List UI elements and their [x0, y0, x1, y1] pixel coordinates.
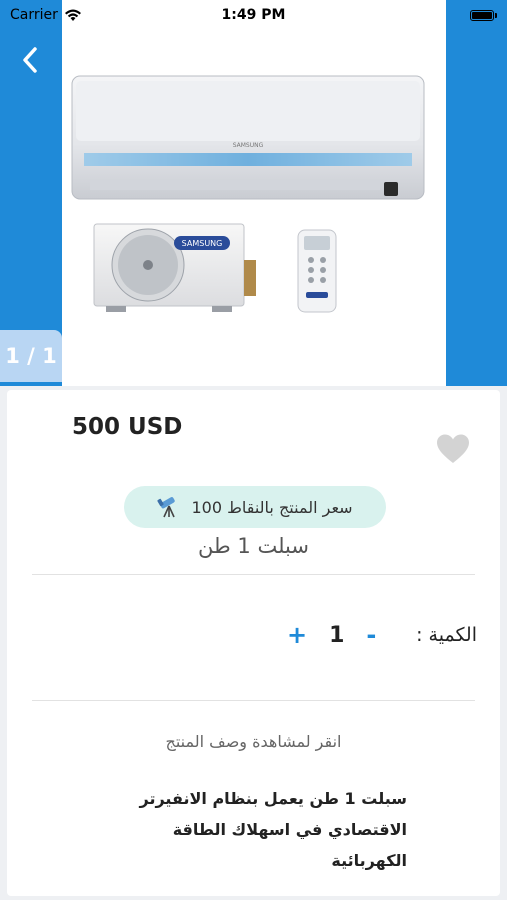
status-bar: Carrier 1:49 PM: [0, 0, 507, 30]
product-details-card: 500 USD سعر المنتج بالنقاط 100 سبلت 1 طن…: [7, 390, 500, 896]
wifi-icon: [64, 9, 81, 21]
quantity-label: الكمية :: [416, 624, 477, 646]
points-price-badge: سعر المنتج بالنقاط 100: [124, 486, 386, 528]
product-name: سبلت 1 طن: [198, 534, 309, 558]
status-time: 1:49 PM: [221, 7, 286, 23]
product-gallery: Carrier 1:49 PM SAMSUNG SAMSUNG 1 / 1: [0, 0, 507, 386]
divider: [32, 574, 475, 575]
quantity-decrease-button[interactable]: -: [366, 621, 376, 649]
battery-icon: [470, 9, 497, 21]
svg-text:SAMSUNG: SAMSUNG: [233, 142, 264, 149]
quantity-increase-button[interactable]: +: [287, 621, 307, 649]
points-price-text: سعر المنتج بالنقاط 100: [191, 497, 353, 517]
chevron-left-icon: [23, 47, 37, 73]
back-button[interactable]: [14, 40, 46, 80]
product-description: سبلت 1 طن يعمل بنظام الانفيرتر الاقتصادي…: [139, 789, 407, 870]
pager-text: 1 / 1: [5, 344, 57, 368]
quantity-row: + 1 - الكمية :: [287, 618, 477, 652]
favorite-button[interactable]: [435, 433, 471, 465]
quantity-value: 1: [329, 622, 345, 648]
svg-text:SAMSUNG: SAMSUNG: [182, 239, 223, 248]
divider: [32, 700, 475, 701]
show-description-link[interactable]: انقر لمشاهدة وصف المنتج: [7, 732, 500, 751]
image-pager: 1 / 1: [0, 330, 62, 382]
telescope-icon: [157, 495, 181, 519]
air-conditioner-illustration: SAMSUNG SAMSUNG: [71, 75, 425, 313]
product-price: 500 USD: [72, 414, 183, 440]
product-image[interactable]: SAMSUNG SAMSUNG: [62, 0, 446, 386]
heart-icon: [437, 434, 469, 463]
quantity-stepper: + 1 -: [287, 621, 376, 649]
carrier-label: Carrier: [10, 7, 58, 23]
